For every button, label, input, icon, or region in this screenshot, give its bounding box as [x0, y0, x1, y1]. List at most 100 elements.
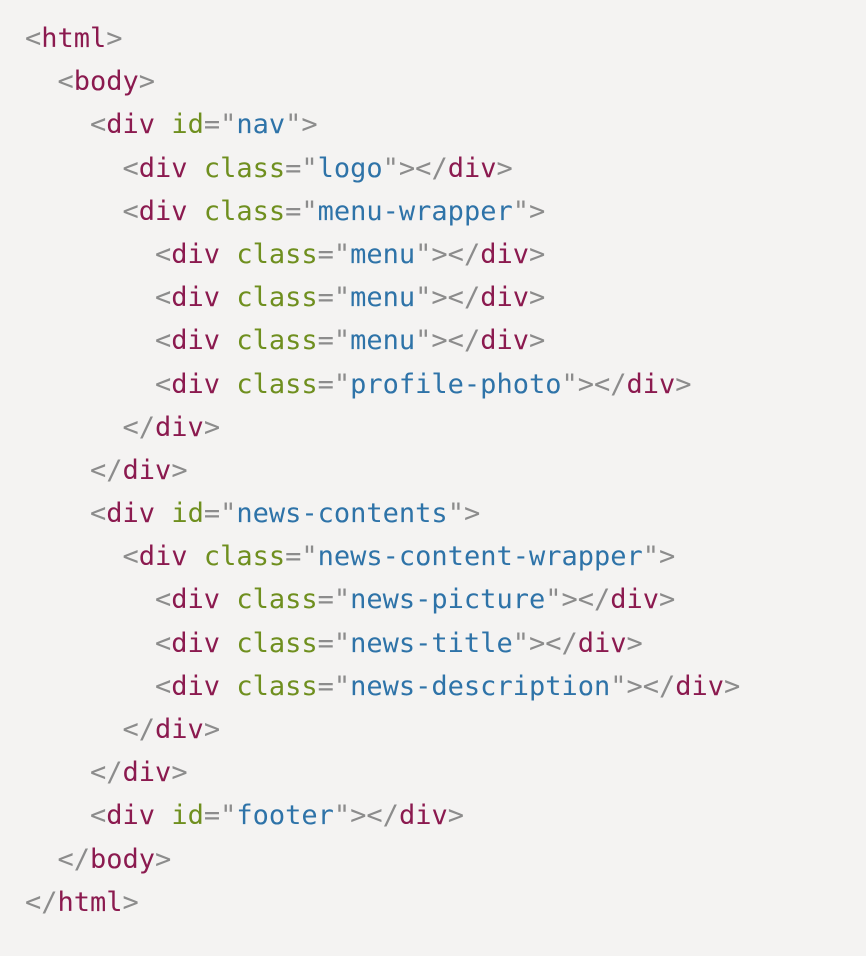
code-line: <div class="news-content-wrapper"> [25, 535, 866, 578]
code-token-punct: > [626, 627, 643, 659]
code-token-punct [155, 498, 171, 529]
code-token-punct [220, 239, 236, 270]
code-token-val: news-contents [236, 498, 448, 530]
code-line: <div class="news-description"></div> [25, 665, 866, 708]
code-token-punct: > [447, 800, 464, 832]
code-token-punct: > [528, 282, 546, 314]
code-token-tag: div [122, 757, 172, 789]
code-token-punct [220, 325, 236, 356]
code-token-punct: =" [203, 498, 237, 530]
code-line: <div class="news-picture"></div> [25, 578, 866, 621]
code-line: <div class="profile-photo"></div> [25, 363, 866, 406]
code-token-attr: class [203, 195, 286, 227]
code-block: <html> <body> <div id="nav"> <div class="lo… [0, 0, 866, 956]
code-token-attr: id [171, 498, 204, 530]
code-token-punct: =" [285, 541, 318, 573]
code-token-attr: id [171, 109, 204, 141]
code-token-punct: < [155, 670, 172, 702]
code-token-val: footer [236, 800, 334, 832]
code-token-punct: =" [203, 800, 237, 832]
code-token-tag: div [106, 498, 156, 530]
code-line: </div> [25, 751, 866, 794]
code-token-punct: > [724, 670, 741, 702]
code-token-punct: =" [317, 282, 351, 314]
code-token-punct: > [528, 238, 546, 270]
code-token-val: nav [236, 109, 286, 141]
code-token-punct: "></ [415, 282, 481, 314]
code-token-tag: div [106, 800, 156, 832]
code-token-punct: < [57, 66, 74, 98]
code-token-punct: < [122, 541, 139, 573]
code-token-tag: div [106, 109, 156, 141]
code-token-punct: =" [317, 627, 351, 659]
code-token-tag: div [171, 670, 221, 702]
code-token-punct: < [90, 800, 107, 832]
code-token-val: news-description [350, 670, 611, 702]
code-token-punct: < [155, 238, 172, 270]
code-token-punct [220, 584, 236, 615]
code-token-val: news-content-wrapper [317, 541, 643, 573]
code-token-tag: div [577, 627, 627, 659]
code-token-punct: > [106, 23, 123, 54]
code-line: </div> [25, 406, 866, 449]
code-token-punct: "></ [382, 152, 448, 184]
code-token-punct: </ [25, 886, 58, 918]
code-token-attr: id [171, 800, 204, 832]
code-token-punct [188, 196, 204, 227]
code-token-punct: < [122, 152, 139, 184]
code-token-tag: body [73, 66, 139, 98]
code-token-tag: div [171, 368, 221, 400]
code-token-punct [220, 671, 236, 702]
code-token-punct: "></ [415, 238, 481, 270]
code-token-punct [155, 800, 171, 831]
code-line: <div class="menu"></div> [25, 319, 866, 362]
code-token-punct: =" [317, 670, 351, 702]
code-token-punct [188, 153, 204, 184]
code-token-punct: =" [317, 325, 351, 357]
code-token-val: profile-photo [350, 368, 562, 400]
code-token-punct: =" [285, 152, 318, 184]
code-token-punct: > [528, 325, 546, 357]
code-token-punct [220, 369, 236, 400]
code-token-punct: < [155, 584, 172, 616]
code-token-punct: < [90, 109, 107, 141]
code-token-punct: =" [285, 195, 318, 227]
code-line: <div id="news-contents"> [25, 492, 866, 535]
code-line: <html> [25, 17, 866, 60]
code-token-punct: </ [57, 843, 91, 875]
code-token-attr: class [236, 238, 318, 270]
code-token-punct: > [659, 584, 676, 616]
code-token-punct: =" [317, 238, 351, 270]
code-line: </html> [25, 881, 866, 924]
code-line: </div> [25, 708, 866, 751]
code-token-punct: </ [122, 714, 156, 745]
code-token-attr: class [236, 282, 318, 314]
code-token-tag: div [155, 411, 204, 443]
code-token-val: menu [350, 325, 416, 357]
code-token-tag: div [171, 325, 221, 357]
code-token-punct: =" [317, 368, 351, 400]
code-token-punct: "></ [610, 670, 676, 702]
code-token-tag: div [626, 368, 676, 400]
code-token-tag: div [447, 152, 497, 184]
code-token-val: menu [350, 238, 416, 270]
code-token-tag: div [171, 627, 221, 659]
code-token-punct: > [496, 152, 513, 184]
code-token-punct: > [203, 714, 221, 745]
code-token-tag: html [57, 886, 123, 918]
code-token-punct: "></ [512, 627, 578, 659]
code-token-val: menu [350, 282, 416, 314]
code-token-tag: div [138, 152, 188, 184]
code-token-punct: > [171, 454, 188, 486]
code-token-punct: > [675, 368, 692, 400]
code-token-attr: class [203, 152, 286, 184]
code-token-tag: body [90, 843, 156, 875]
code-token-attr: class [236, 627, 318, 659]
code-token-tag: div [480, 282, 529, 314]
code-token-punct: "></ [545, 584, 611, 616]
code-token-punct: < [25, 23, 42, 54]
code-token-attr: class [236, 325, 318, 357]
code-token-tag: div [398, 800, 448, 832]
code-token-tag: div [480, 325, 529, 357]
code-token-punct: =" [203, 109, 237, 141]
